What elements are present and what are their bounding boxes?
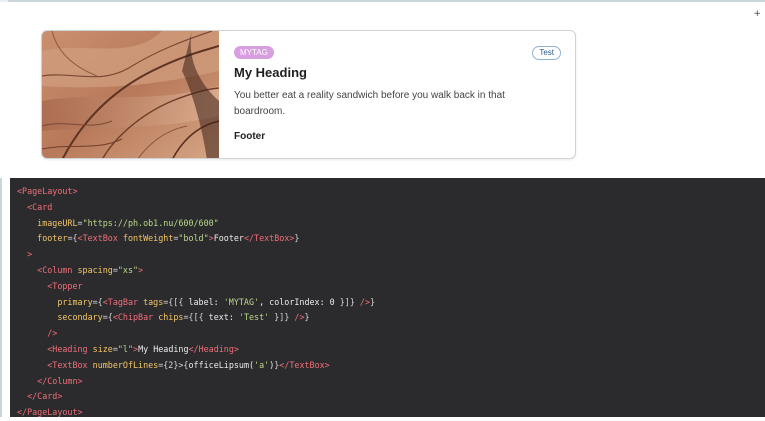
code-line: <PageLayout> xyxy=(17,184,765,200)
code-token: "l" xyxy=(117,343,134,354)
code-line: </Column> xyxy=(17,374,765,390)
code-token: <PageLayout> xyxy=(17,186,78,196)
code-token: <TextBox xyxy=(77,233,123,244)
code-line: /> xyxy=(17,326,765,342)
card: MYTAG Test My Heading You better eat a r… xyxy=(41,30,576,159)
code-token: footer xyxy=(37,233,68,244)
code-token: spacing xyxy=(77,264,113,275)
code-token: officeLipsum( xyxy=(188,359,255,370)
code-line: </PageLayout> xyxy=(17,405,765,421)
card-image xyxy=(42,31,219,158)
code-token: imageURL xyxy=(37,217,78,228)
code-token: primary xyxy=(57,296,93,307)
code-token: } xyxy=(370,296,376,307)
code-token: } xyxy=(294,233,300,244)
code-token: <Topper xyxy=(47,280,83,291)
code-token: My Heading xyxy=(138,343,189,354)
code-line: <Card xyxy=(17,200,765,216)
code-token: numberOfLines xyxy=(92,359,159,370)
code-token: ={[{ xyxy=(183,312,209,323)
code-token: /> xyxy=(294,312,305,323)
code-token: }]} xyxy=(269,312,295,323)
code-token: fontWeight xyxy=(122,233,174,244)
chip-test: Test xyxy=(532,46,561,60)
code-token: "xs" xyxy=(117,264,139,275)
card-footer: Footer xyxy=(234,131,266,142)
code-line: imageURL="https://ph.ob1.nu/600/600" xyxy=(17,216,765,232)
code-line: secondary={<ChipBar chips={[{ text: 'Tes… xyxy=(17,310,765,326)
code-token: </TextBox> xyxy=(279,359,330,370)
code-block: <PageLayout> <Card imageURL="https://ph.… xyxy=(10,178,765,417)
card-heading: My Heading xyxy=(234,65,307,80)
code-token: }]} xyxy=(339,296,360,307)
code-token: text: xyxy=(208,312,239,323)
card-body-text: You better eat a reality sandwich before… xyxy=(234,90,505,117)
code-token: chips xyxy=(158,312,184,323)
code-line: footer={<TextBox fontWeight="bold">Foote… xyxy=(17,231,765,247)
code-token: ={2}>{ xyxy=(158,359,189,370)
code-token: size xyxy=(92,343,113,354)
code-token: <ChipBar xyxy=(112,312,159,323)
code-token: <Heading xyxy=(47,343,93,354)
code-token: Footer xyxy=(213,233,244,244)
code-token: </TextBox> xyxy=(243,233,295,244)
tag-mytag: MYTAG xyxy=(234,46,274,59)
code-token: > xyxy=(27,249,33,260)
code-token: ={ xyxy=(67,233,78,244)
code-token: 'MYTAG' xyxy=(223,296,260,307)
code-token: <TextBox xyxy=(47,359,93,370)
code-line: <Topper xyxy=(17,279,765,295)
code-token: ={[{ xyxy=(163,296,189,307)
code-token: <TagBar xyxy=(102,296,144,307)
code-line: <Column spacing="xs"> xyxy=(17,263,765,279)
code-line: </Card> xyxy=(17,389,765,405)
code-token: </Column> xyxy=(37,375,83,386)
code-token: <Card xyxy=(27,201,53,212)
plus-icon[interactable]: + xyxy=(753,10,761,19)
code-token: label: xyxy=(188,296,224,307)
code-token: </Heading> xyxy=(188,343,239,354)
code-token: ={ xyxy=(102,312,113,323)
code-line: primary={<TagBar tags={[{ label: 'MYTAG'… xyxy=(17,295,765,311)
code-token: "https://ph.ob1.nu/600/600" xyxy=(82,217,219,228)
code-line: <Heading size="l">My Heading</Heading> xyxy=(17,342,765,358)
code-token: } xyxy=(304,312,310,323)
code-line: <TextBox numberOfLines={2}>{officeLipsum… xyxy=(17,358,765,374)
code-token: "bold" xyxy=(178,233,209,244)
code-token: /> xyxy=(47,328,58,339)
code-token: ={ xyxy=(92,296,103,307)
preview-pane: MYTAG Test My Heading You better eat a r… xyxy=(0,2,765,178)
code-token: </Card> xyxy=(27,391,63,402)
code-token: > xyxy=(138,264,144,275)
code-token: 'Test' xyxy=(238,312,270,323)
card-body: MYTAG Test My Heading You better eat a r… xyxy=(234,31,561,158)
code-token: <Column xyxy=(37,264,78,275)
code-token: , colorIndex: 0 xyxy=(259,296,340,307)
code-token: secondary xyxy=(57,312,103,323)
code-token: 'a' xyxy=(254,359,270,370)
code-token: tags xyxy=(143,296,164,307)
code-token: </PageLayout> xyxy=(17,407,83,418)
code-line: > xyxy=(17,247,765,263)
code-token: /> xyxy=(359,296,371,307)
